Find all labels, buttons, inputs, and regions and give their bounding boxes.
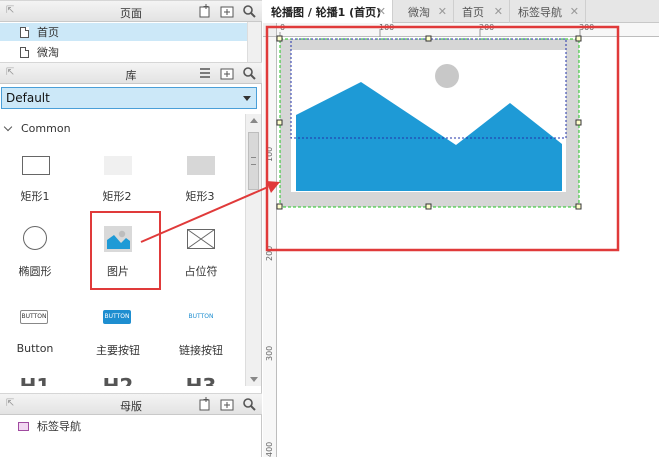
drag-arrow — [140, 181, 280, 243]
